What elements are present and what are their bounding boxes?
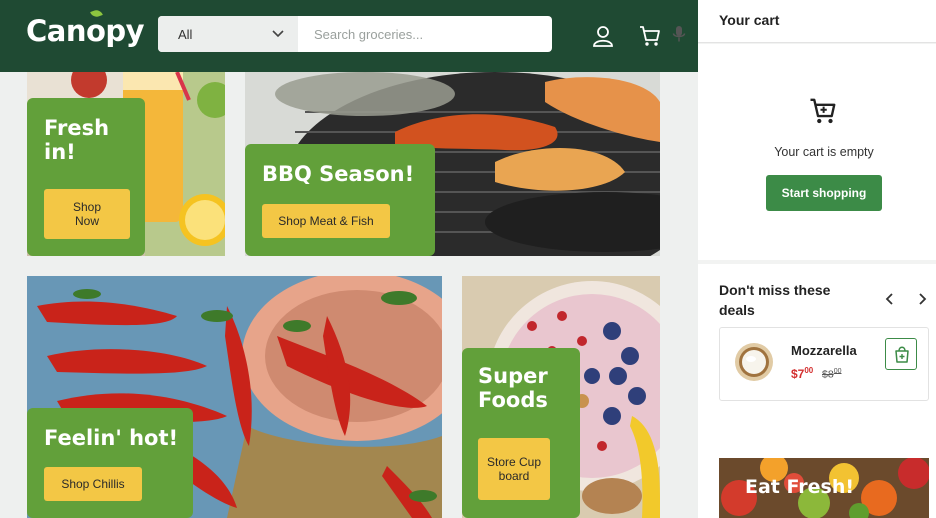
shop-chillis-button[interactable]: Shop Chillis	[44, 467, 142, 501]
main-content: Fresh in! Shop Now BBQ Season! Shop Meat…	[0, 0, 698, 518]
deals-title: Don't miss these deals	[719, 282, 831, 319]
deal-old-price-main: $8	[822, 368, 834, 381]
banner-title: Eat Fresh!	[745, 476, 855, 498]
promo-title: BBQ Season!	[262, 162, 415, 186]
promo-tile-fresh[interactable]: Fresh in! Shop Now	[27, 72, 225, 256]
deal-old-price-cents: 00	[833, 368, 842, 375]
top-header: Canopy All	[0, 0, 698, 72]
promo-title: Fresh in!	[44, 116, 110, 165]
start-shopping-button[interactable]: Start shopping	[766, 175, 882, 211]
category-value: All	[178, 27, 193, 42]
store-cupboard-button[interactable]: Store Cupboard	[478, 438, 550, 500]
cart-panel: Your cart is empty Start shopping	[698, 44, 936, 260]
promo-title: Super Foods	[478, 364, 548, 413]
deal-name: Mozzarella	[791, 343, 857, 358]
promo-panel: Super Foods Store Cupboard	[462, 348, 580, 518]
app-window: Fresh in! Shop Now BBQ Season! Shop Meat…	[0, 0, 936, 518]
deal-old-price: $800	[822, 368, 841, 381]
mozzarella-image	[735, 343, 773, 381]
eat-fresh-banner[interactable]: Eat Fresh!	[719, 458, 929, 518]
deal-price-cents: 00	[804, 366, 814, 375]
canopy-logo[interactable]: Canopy	[26, 8, 145, 48]
logo-text: Canopy	[26, 14, 145, 48]
cart-empty-message: Your cart is empty	[774, 145, 874, 159]
shop-now-button[interactable]: Shop Now	[44, 189, 130, 239]
category-select[interactable]: All	[158, 16, 298, 52]
search-bar: All	[158, 16, 686, 52]
promo-panel: Feelin' hot! Shop Chillis	[27, 408, 193, 518]
bag-add-icon	[895, 346, 909, 363]
promo-panel: BBQ Season! Shop Meat & Fish	[245, 144, 435, 256]
promo-tile-chillis[interactable]: Feelin' hot! Shop Chillis	[27, 276, 442, 518]
account-icon[interactable]	[591, 24, 615, 48]
promo-panel: Fresh in! Shop Now	[27, 98, 145, 256]
cart-icon[interactable]	[638, 24, 662, 48]
shop-meat-fish-button[interactable]: Shop Meat & Fish	[262, 204, 390, 238]
chevron-right-icon[interactable]	[915, 292, 929, 306]
cart-sidebar: Your cart Your cart is empty Start shopp…	[698, 0, 936, 518]
promo-tile-bbq[interactable]: BBQ Season! Shop Meat & Fish	[245, 72, 660, 256]
promo-title: Feelin' hot!	[44, 426, 179, 450]
cart-header: Your cart	[698, 0, 936, 43]
deal-card[interactable]: Mozzarella $700 $800	[719, 327, 929, 401]
microphone-icon[interactable]	[672, 25, 686, 43]
promo-tile-superfoods[interactable]: Super Foods Store Cupboard	[462, 276, 660, 518]
deal-price-main: $7	[791, 367, 805, 381]
search-input[interactable]	[314, 25, 504, 43]
add-to-cart-button[interactable]	[885, 338, 917, 370]
deal-price: $700	[791, 366, 813, 381]
deals-panel: Don't miss these deals Mozzarella $700 $…	[698, 264, 936, 518]
chevron-left-icon[interactable]	[883, 292, 897, 306]
chevron-down-icon	[272, 30, 284, 38]
cart-title: Your cart	[719, 12, 780, 28]
cart-empty-icon	[810, 98, 836, 124]
